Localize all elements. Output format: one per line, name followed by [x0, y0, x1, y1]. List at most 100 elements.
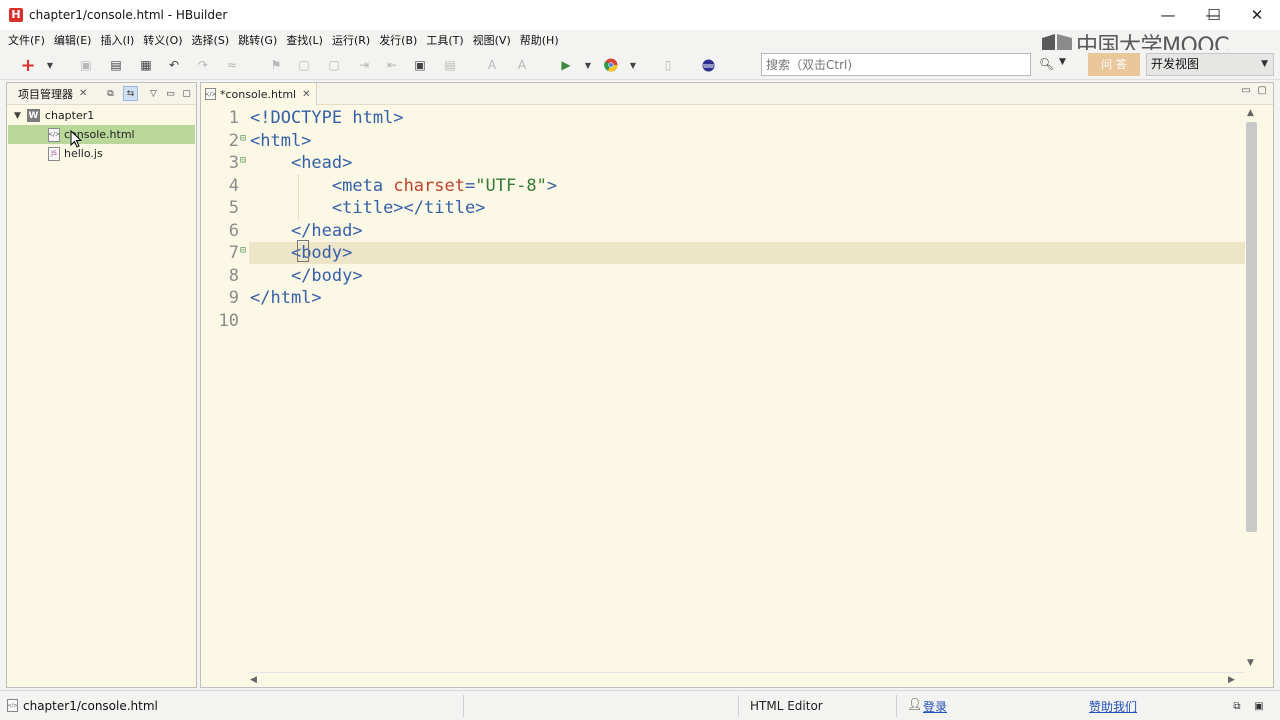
code-line[interactable]: 9 </html> [201, 287, 1245, 309]
vertical-scrollbar[interactable]: ▲ ▼ [1244, 106, 1258, 674]
close-window-button[interactable]: ✕ [1234, 0, 1280, 30]
code-line[interactable]: 5 <title></title> [201, 197, 1245, 219]
collapse-all-icon[interactable]: ⧉ [103, 86, 118, 101]
menu-select[interactable]: 选择(S) [190, 32, 237, 48]
code-line[interactable]: 2 ⊟ <html> [201, 130, 1245, 152]
maximize-button[interactable]: ☐ [1191, 0, 1237, 30]
tree-file-hello-js[interactable]: JS hello.js [8, 144, 103, 163]
code-text: <!DOCTYPE html> [250, 108, 404, 128]
status-divider [463, 695, 464, 717]
close-icon[interactable]: ✕ [302, 89, 310, 100]
menu-goto[interactable]: 跳转(G) [236, 32, 284, 48]
chrome-browser-icon[interactable] [603, 57, 619, 73]
scroll-left-icon[interactable]: ◀ [250, 675, 257, 685]
line-number: 2 [228, 130, 239, 151]
outline-icon[interactable]: ▤ [442, 57, 458, 73]
search-dropdown-icon[interactable]: ▼ [1059, 57, 1066, 67]
revert-icon[interactable]: ▦ [138, 57, 154, 73]
menu-view[interactable]: 视图(V) [471, 32, 518, 48]
move-left-icon[interactable]: ⇤ [384, 57, 400, 73]
fold-toggle-icon[interactable]: ⊟ [240, 156, 246, 166]
maximize-editor-icon[interactable]: ▢ [1258, 85, 1267, 96]
status-divider [738, 695, 739, 717]
menu-tools[interactable]: 工具(T) [424, 32, 470, 48]
search-input[interactable] [761, 53, 1031, 76]
format-icon[interactable]: ≈ [224, 57, 240, 73]
indent-icon[interactable]: ▢ [326, 57, 342, 73]
status-file-path: chapter1/console.html [23, 699, 158, 713]
status-editor-type: HTML Editor [750, 699, 823, 713]
save-icon[interactable]: ▣ [78, 57, 94, 73]
code-text: <html> [250, 130, 312, 151]
tab-console-html[interactable]: </> *console.html ✕ [201, 83, 318, 105]
line-number: 8 [228, 265, 239, 286]
code-line[interactable]: 4 <meta charset="UTF-8"> [201, 175, 1245, 197]
scroll-up-icon[interactable]: ▲ [1247, 108, 1254, 118]
line-number: 6 [228, 220, 239, 241]
preview-icon[interactable]: ▣ [412, 57, 428, 73]
horizontal-scrollbar[interactable]: ◀ ▶ [248, 672, 1244, 686]
mouse-pointer-icon [70, 130, 82, 148]
search-icon[interactable]: 🔍︎ [1039, 57, 1054, 71]
menu-file[interactable]: 文件(F) [6, 32, 52, 48]
move-right-icon[interactable]: ⇥ [356, 57, 372, 73]
run-dropdown-icon[interactable]: ▼ [580, 57, 596, 73]
save-all-icon[interactable]: ▤ [108, 57, 124, 73]
chevron-down-icon[interactable]: ▼ [14, 111, 21, 121]
code-line[interactable]: 1 <!DOCTYPE html> [201, 107, 1245, 129]
menu-edit[interactable]: 编辑(E) [52, 32, 99, 48]
menu-publish[interactable]: 发行(B) [377, 32, 424, 48]
fold-toggle-icon[interactable]: ⊟ [240, 133, 246, 144]
scroll-down-icon[interactable]: ▼ [1247, 658, 1254, 668]
chevron-down-icon: ▼ [1261, 59, 1268, 69]
console-icon[interactable]: ▣ [1252, 699, 1266, 713]
maximize-panel-icon[interactable]: ▢ [179, 86, 194, 101]
hbuilder-logo-icon: H [9, 8, 23, 22]
fold-toggle-icon[interactable]: ⊟ [240, 246, 246, 256]
code-text: <meta charset="UTF-8"> [331, 175, 558, 196]
line-number: 5 [228, 198, 239, 218]
line-number: 4 [228, 175, 239, 196]
ask-button[interactable]: 问 答 [1088, 53, 1140, 76]
code-line[interactable]: 8 </body> [201, 265, 1245, 287]
scroll-right-icon[interactable]: ▶ [1228, 675, 1235, 685]
view-select[interactable]: 开发视图 ▼ [1146, 53, 1274, 76]
sponsor-link[interactable]: 赞助我们 [1089, 698, 1137, 715]
menu-find[interactable]: 查找(L) [284, 32, 330, 48]
undo-icon[interactable]: ↶ [166, 57, 182, 73]
device-icon[interactable]: ▯ [660, 57, 676, 73]
comment-icon[interactable]: ▢ [296, 57, 312, 73]
redo-icon[interactable]: ↷ [195, 57, 211, 73]
new-file-icon[interactable]: + [20, 55, 36, 76]
minimize-window-button[interactable]: — [1145, 0, 1191, 30]
code-text: </head> [290, 220, 363, 241]
code-editor[interactable]: 1 <!DOCTYPE html> 2 ⊟ <html> 3 ⊟ <head> 4 <meta… [201, 106, 1245, 672]
restore-icon[interactable]: ⧉ [1230, 699, 1244, 713]
tree-project-chapter1[interactable]: ▼ W chapter1 [8, 106, 94, 125]
minimize-panel-icon[interactable]: ▭ [163, 86, 178, 101]
code-line[interactable]: 6 </head> [201, 220, 1245, 242]
vertical-scroll-thumb[interactable] [1246, 122, 1257, 532]
font-increase-icon[interactable]: A [484, 57, 500, 73]
menu-help[interactable]: 帮助(H) [518, 32, 566, 48]
link-editor-icon[interactable]: ⇆ [123, 86, 138, 101]
menu-insert[interactable]: 插入(I) [98, 32, 141, 48]
tree-file-console-html[interactable]: </> console.html [8, 125, 195, 144]
eclipse-icon[interactable] [700, 57, 716, 73]
bookmark-icon[interactable]: ⚑ [268, 57, 284, 73]
login-link[interactable]: 登录 [923, 698, 947, 715]
new-dropdown-icon[interactable]: ▼ [42, 57, 58, 73]
minimize-editor-icon[interactable]: ▭ [1242, 85, 1251, 96]
menu-escape[interactable]: 转义(O) [141, 32, 189, 48]
view-menu-icon[interactable]: ▽ [146, 86, 161, 101]
browser-dropdown-icon[interactable]: ▼ [625, 57, 641, 73]
code-line[interactable]: 3 ⊟ <head> [201, 152, 1245, 174]
menu-run[interactable]: 运行(R) [330, 32, 377, 48]
font-decrease-icon[interactable]: A [514, 57, 530, 73]
editor-tab-bar: </> *console.html ✕ ▭ ▢ [201, 83, 1273, 105]
code-line[interactable]: 10 [201, 310, 1245, 332]
window-title: chapter1/console.html - HBuilder [29, 8, 228, 22]
run-icon[interactable]: ▶ [558, 57, 574, 73]
code-line[interactable]: 7 ⊟ <body> [201, 242, 1245, 264]
close-icon[interactable]: ✕ [79, 88, 87, 99]
